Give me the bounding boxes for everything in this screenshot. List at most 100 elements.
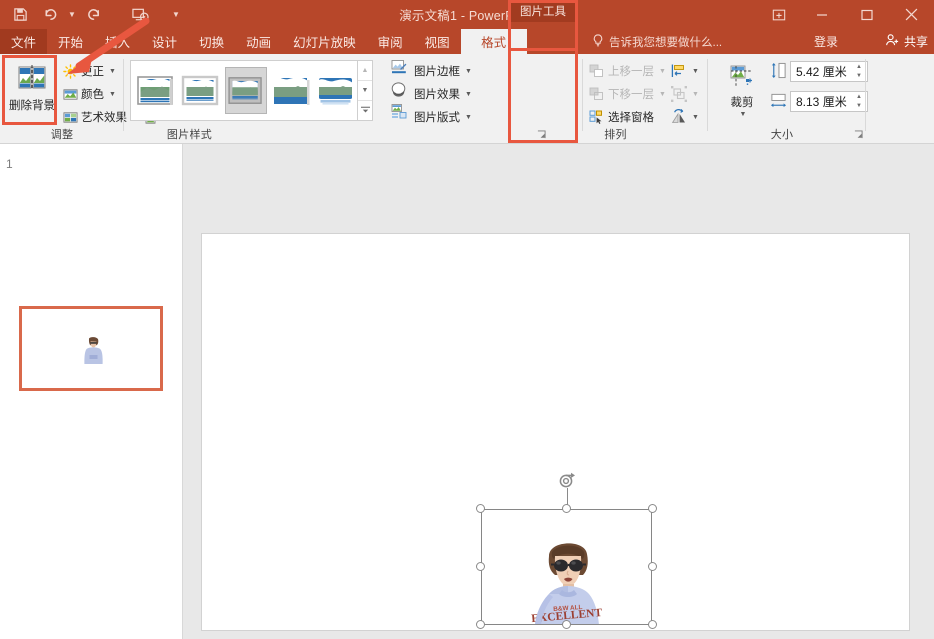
rotate-objects-button[interactable]: ▼	[671, 107, 699, 127]
tab-format[interactable]: 格式	[460, 29, 527, 54]
tab-insert[interactable]: 插入	[94, 29, 141, 54]
undo-dropdown-icon[interactable]: ▼	[66, 2, 78, 28]
resize-handle-bottom-right[interactable]	[648, 620, 657, 629]
work-area: 1 B&W ALL EXCELLENT	[0, 144, 934, 639]
title-bar: ▼ ▼ 演示文稿1 - PowerPoint 图片工具	[0, 0, 934, 29]
shape-width-icon	[770, 92, 787, 109]
chevron-down-icon: ▼	[692, 90, 699, 98]
picture-layout-label: 图片版式	[414, 112, 460, 124]
resize-handle-top-left[interactable]	[476, 504, 485, 513]
resize-handle-top-center[interactable]	[562, 504, 571, 513]
sign-in-button[interactable]: 登录	[814, 29, 838, 54]
crop-button[interactable]: 裁剪 ▼	[718, 60, 766, 126]
bring-forward-button[interactable]: 上移一层 ▼	[589, 61, 666, 81]
picture-border-icon[interactable]	[391, 59, 407, 75]
chevron-down-icon[interactable]: ▼	[692, 68, 699, 75]
tab-transitions[interactable]: 切换	[188, 29, 235, 54]
selection-pane-button[interactable]: 选择窗格	[589, 107, 654, 127]
picture-effects-label: 图片效果	[414, 89, 460, 101]
color-icon	[62, 86, 78, 102]
picture-styles-dialog-launcher[interactable]	[537, 130, 546, 141]
ribbon: 删除背景 更正 ▼ 颜色 ▼ 艺术效果 调整 ▲ ▼ 图片样式 图片边框 ▼ 图…	[0, 54, 934, 180]
picture-border-button[interactable]: 图片边框 ▼	[414, 61, 472, 81]
ribbon-tab-strip: 文件 开始 插入 设计 切换 动画 幻灯片放映 审阅 视图 格式 告诉我您想要做…	[0, 29, 934, 54]
share-button[interactable]: 共享	[885, 29, 928, 54]
tab-review[interactable]: 审阅	[367, 29, 414, 54]
chevron-down-icon[interactable]: ▼	[109, 68, 116, 75]
shape-height-value: 5.42 厘米	[796, 65, 847, 79]
redo-icon[interactable]	[80, 2, 108, 28]
group-objects-button[interactable]: ▼	[671, 84, 699, 104]
size-dialog-launcher[interactable]	[854, 130, 863, 141]
resize-handle-middle-left[interactable]	[476, 562, 485, 571]
contextual-tab-label: 图片工具	[510, 0, 576, 22]
group-label-arrange: 排列	[604, 129, 627, 141]
color-label: 颜色	[81, 89, 104, 101]
tab-file[interactable]: 文件	[0, 29, 48, 54]
ribbon-tabs: 文件 开始 插入 设计 切换 动画 幻灯片放映 审阅 视图 格式	[0, 29, 527, 54]
chevron-down-icon[interactable]: ▼	[109, 91, 116, 98]
chevron-down-icon[interactable]: ▼	[740, 111, 747, 118]
color-button[interactable]: 颜色 ▼	[62, 84, 116, 104]
tab-design[interactable]: 设计	[141, 29, 188, 54]
tell-me-box[interactable]: 告诉我您想要做什么...	[592, 29, 722, 54]
chevron-down-icon[interactable]: ▼	[465, 68, 472, 75]
rotate-objects-icon	[671, 109, 687, 125]
shape-width-input[interactable]: 8.13 厘米 ▲ ▼	[790, 91, 868, 112]
corrections-button[interactable]: 更正 ▼	[62, 61, 116, 81]
resize-handle-middle-right[interactable]	[648, 562, 657, 571]
resize-handle-top-right[interactable]	[648, 504, 657, 513]
shape-height-stepper[interactable]: ▲ ▼	[853, 63, 865, 80]
tab-view[interactable]: 视图	[414, 29, 461, 54]
chevron-down-icon[interactable]: ▼	[465, 91, 472, 98]
align-objects-icon	[671, 63, 687, 79]
rotate-handle-icon[interactable]	[557, 471, 577, 491]
chevron-down-icon[interactable]: ▼	[465, 114, 472, 121]
tab-home[interactable]: 开始	[47, 29, 94, 54]
picture-layout-icon[interactable]	[391, 103, 407, 119]
resize-handle-bottom-center[interactable]	[562, 620, 571, 629]
ribbon-display-options-icon[interactable]	[759, 0, 799, 29]
shape-height-input[interactable]: 5.42 厘米 ▲ ▼	[790, 61, 868, 82]
style-thumb-drop-shadow-rectangle[interactable]	[271, 67, 312, 114]
send-backward-button[interactable]: 下移一层 ▼	[589, 84, 666, 104]
picture-effects-icon[interactable]	[391, 81, 407, 97]
tab-slideshow[interactable]: 幻灯片放映	[282, 29, 367, 54]
slide-thumbnail-pane[interactable]: 1	[0, 144, 182, 639]
resize-handle-bottom-left[interactable]	[476, 620, 485, 629]
remove-background-label: 删除背景	[9, 100, 55, 112]
style-thumb-beveled-matte-white[interactable]	[180, 67, 221, 114]
remove-background-button[interactable]: 删除背景	[6, 59, 58, 125]
tab-animations[interactable]: 动画	[235, 29, 282, 54]
share-label: 共享	[903, 35, 928, 49]
picture-layout-button[interactable]: 图片版式 ▼	[414, 107, 472, 127]
undo-icon[interactable]	[36, 2, 64, 28]
start-slideshow-icon[interactable]	[126, 2, 154, 28]
crop-icon	[729, 64, 755, 90]
group-objects-icon	[671, 86, 687, 102]
gallery-more-button[interactable]	[358, 101, 372, 120]
style-thumb-simple-frame-white[interactable]	[135, 67, 176, 114]
picture-selection-frame[interactable]	[476, 472, 657, 629]
minimize-button[interactable]	[799, 0, 844, 29]
group-divider	[865, 59, 866, 131]
save-icon[interactable]	[6, 2, 34, 28]
gallery-scroll-up-button[interactable]: ▲	[358, 61, 372, 81]
maximize-button[interactable]	[844, 0, 889, 29]
customize-qat-icon[interactable]: ▼	[170, 2, 182, 28]
thumbnail-image-preview	[84, 337, 103, 364]
style-thumb-metal-frame[interactable]	[225, 67, 267, 114]
close-button[interactable]	[889, 0, 934, 29]
shape-width-stepper[interactable]: ▲ ▼	[853, 93, 865, 110]
powerpoint-window: ▼ ▼ 演示文稿1 - PowerPoint 图片工具 文件 开始 插入 设计 …	[0, 0, 934, 639]
align-objects-button[interactable]: ▼	[671, 61, 699, 81]
style-thumb-reflected-rounded-rectangle[interactable]	[316, 67, 357, 114]
picture-effects-button[interactable]: 图片效果 ▼	[414, 84, 472, 104]
gallery-scroll-down-button[interactable]: ▼	[358, 81, 372, 101]
selection-border	[481, 509, 652, 625]
send-backward-label: 下移一层	[608, 89, 654, 101]
chevron-down-icon[interactable]: ▼	[692, 114, 699, 121]
bring-forward-label: 上移一层	[608, 66, 654, 78]
slide-thumbnail-1[interactable]	[19, 306, 163, 391]
picture-styles-gallery[interactable]	[130, 60, 358, 121]
